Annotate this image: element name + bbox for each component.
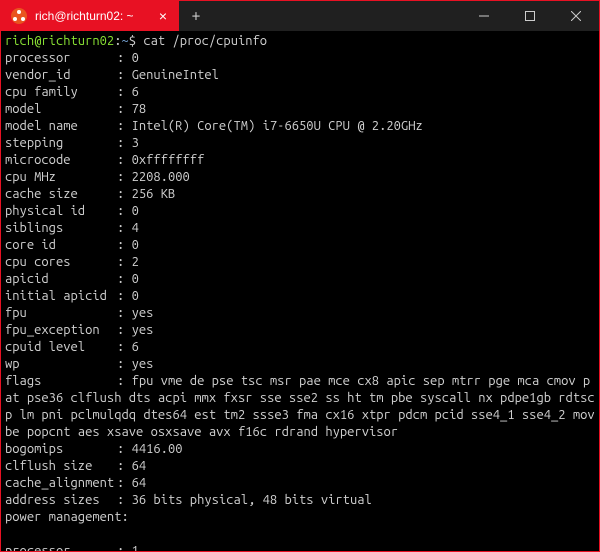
val-microcode: 0xffffffff: [132, 153, 205, 167]
key-power-management: power management:: [5, 510, 129, 524]
val-cpu-family: 6: [132, 85, 139, 99]
val-physical-id: 0: [132, 204, 139, 218]
minimize-button[interactable]: [461, 1, 507, 31]
key-processor: processor: [5, 50, 117, 67]
prompt-path: ~: [121, 34, 128, 48]
val-stepping: 3: [132, 136, 139, 150]
val-bogomips: 4416.00: [132, 442, 183, 456]
close-button[interactable]: [553, 1, 599, 31]
key-bogomips: bogomips: [5, 441, 117, 458]
key-cache-alignment: cache_alignment: [5, 475, 117, 492]
val-vendor-id: GenuineIntel: [132, 68, 219, 82]
val-processor-1: 1: [132, 544, 139, 551]
close-tab-icon[interactable]: ×: [157, 9, 169, 23]
val-cache-size: 256 KB: [132, 187, 176, 201]
key-cpuid-level: cpuid level: [5, 339, 117, 356]
titlebar-drag-area[interactable]: [213, 1, 461, 31]
key-cache-size: cache size: [5, 186, 117, 203]
val-core-id: 0: [132, 238, 139, 252]
key-microcode: microcode: [5, 152, 117, 169]
active-tab[interactable]: rich@richturn02: ~ ×: [1, 1, 179, 31]
val-address-sizes: 36 bits physical, 48 bits virtual: [132, 493, 372, 507]
val-apicid: 0: [132, 272, 139, 286]
val-processor: 0: [132, 51, 139, 65]
key-model: model: [5, 101, 117, 118]
key-clflush-size: clflush size: [5, 458, 117, 475]
key-stepping: stepping: [5, 135, 117, 152]
maximize-button[interactable]: [507, 1, 553, 31]
val-cpu-mhz: 2208.000: [132, 170, 190, 184]
val-clflush-size: 64: [132, 459, 147, 473]
prompt-symbol: $: [129, 34, 136, 48]
val-model: 78: [132, 102, 147, 116]
val-cpu-cores: 2: [132, 255, 139, 269]
key-model-name: model name: [5, 118, 117, 135]
key-flags: flags: [5, 373, 117, 390]
new-tab-button[interactable]: +: [179, 1, 213, 31]
key-vendor-id: vendor_id: [5, 67, 117, 84]
val-initial-apicid: 0: [132, 289, 139, 303]
val-wp: yes: [132, 357, 154, 371]
prompt-user-host: rich@richturn02: [5, 34, 114, 48]
key-physical-id: physical id: [5, 203, 117, 220]
terminal-window: rich@richturn02: ~ × + rich@richturn02:~…: [1, 1, 599, 551]
val-model-name: Intel(R) Core(TM) i7-6650U CPU @ 2.20GHz: [132, 119, 423, 133]
tab-title: rich@richturn02: ~: [35, 9, 149, 23]
key-fpu-exception: fpu_exception: [5, 322, 117, 339]
ubuntu-icon: [11, 8, 27, 24]
key-cpu-cores: cpu cores: [5, 254, 117, 271]
key-initial-apicid: initial apicid: [5, 288, 117, 305]
key-siblings: siblings: [5, 220, 117, 237]
key-address-sizes: address sizes: [5, 492, 117, 509]
key-cpu-family: cpu family: [5, 84, 117, 101]
key-apicid: apicid: [5, 271, 117, 288]
val-fpu: yes: [132, 306, 154, 320]
key-processor-1: processor: [5, 543, 117, 551]
window-controls: [461, 1, 599, 31]
val-cpuid-level: 6: [132, 340, 139, 354]
val-cache-alignment: 64: [132, 476, 147, 490]
titlebar: rich@richturn02: ~ × +: [1, 1, 599, 31]
key-wp: wp: [5, 356, 117, 373]
key-core-id: core id: [5, 237, 117, 254]
terminal-body[interactable]: rich@richturn02:~$ cat /proc/cpuinfo pro…: [1, 31, 599, 551]
command-text: cat /proc/cpuinfo: [143, 34, 267, 48]
val-siblings: 4: [132, 221, 139, 235]
key-cpu-mhz: cpu MHz: [5, 169, 117, 186]
val-fpu-exception: yes: [132, 323, 154, 337]
key-fpu: fpu: [5, 305, 117, 322]
